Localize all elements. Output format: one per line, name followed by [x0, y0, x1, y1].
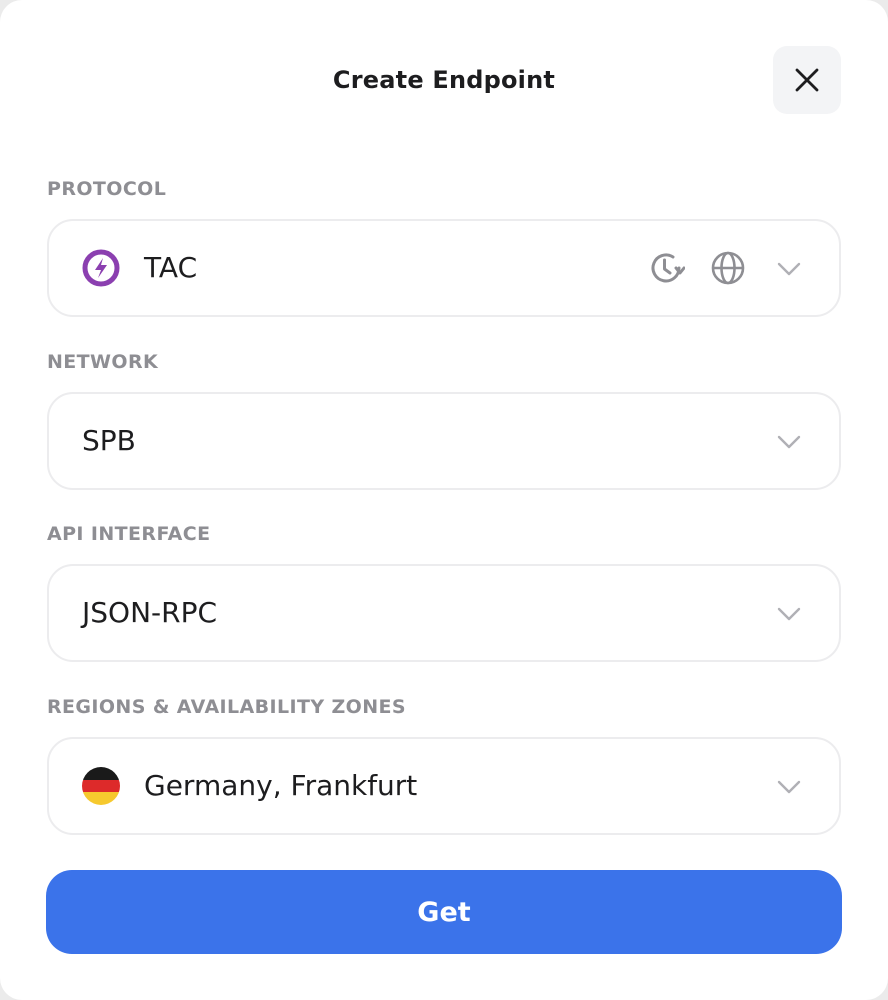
- chevron-down-icon: [777, 607, 801, 621]
- tac-logo-icon: [82, 249, 120, 287]
- api-interface-value: JSON-RPC: [82, 596, 218, 629]
- network-select[interactable]: SPB: [47, 392, 841, 490]
- dialog-title: Create Endpoint: [332, 66, 556, 94]
- globe-icon[interactable]: [709, 249, 747, 287]
- dialog-header: Create Endpoint: [0, 46, 888, 114]
- api-interface-label: API INTERFACE: [47, 523, 211, 545]
- api-interface-select[interactable]: JSON-RPC: [47, 564, 841, 662]
- archive-history-icon[interactable]: [647, 249, 685, 287]
- network-label: NETWORK: [47, 351, 159, 373]
- protocol-value: TAC: [144, 251, 198, 284]
- network-value: SPB: [82, 424, 136, 457]
- close-icon: [795, 68, 819, 92]
- chevron-down-icon: [777, 435, 801, 449]
- protocol-label: PROTOCOL: [47, 178, 167, 200]
- region-value: Germany, Frankfurt: [144, 769, 418, 802]
- chevron-down-icon: [777, 262, 801, 276]
- get-button[interactable]: Get: [46, 870, 842, 954]
- protocol-select[interactable]: TAC: [47, 219, 841, 317]
- region-select[interactable]: Germany, Frankfurt: [47, 737, 841, 835]
- chevron-down-icon: [777, 780, 801, 794]
- close-button[interactable]: [773, 46, 841, 114]
- region-label: REGIONS & AVAILABILITY ZONES: [47, 696, 406, 718]
- create-endpoint-dialog: Create Endpoint PROTOCOL TAC NETWORK SPB…: [0, 0, 888, 1000]
- germany-flag-icon: [82, 767, 120, 805]
